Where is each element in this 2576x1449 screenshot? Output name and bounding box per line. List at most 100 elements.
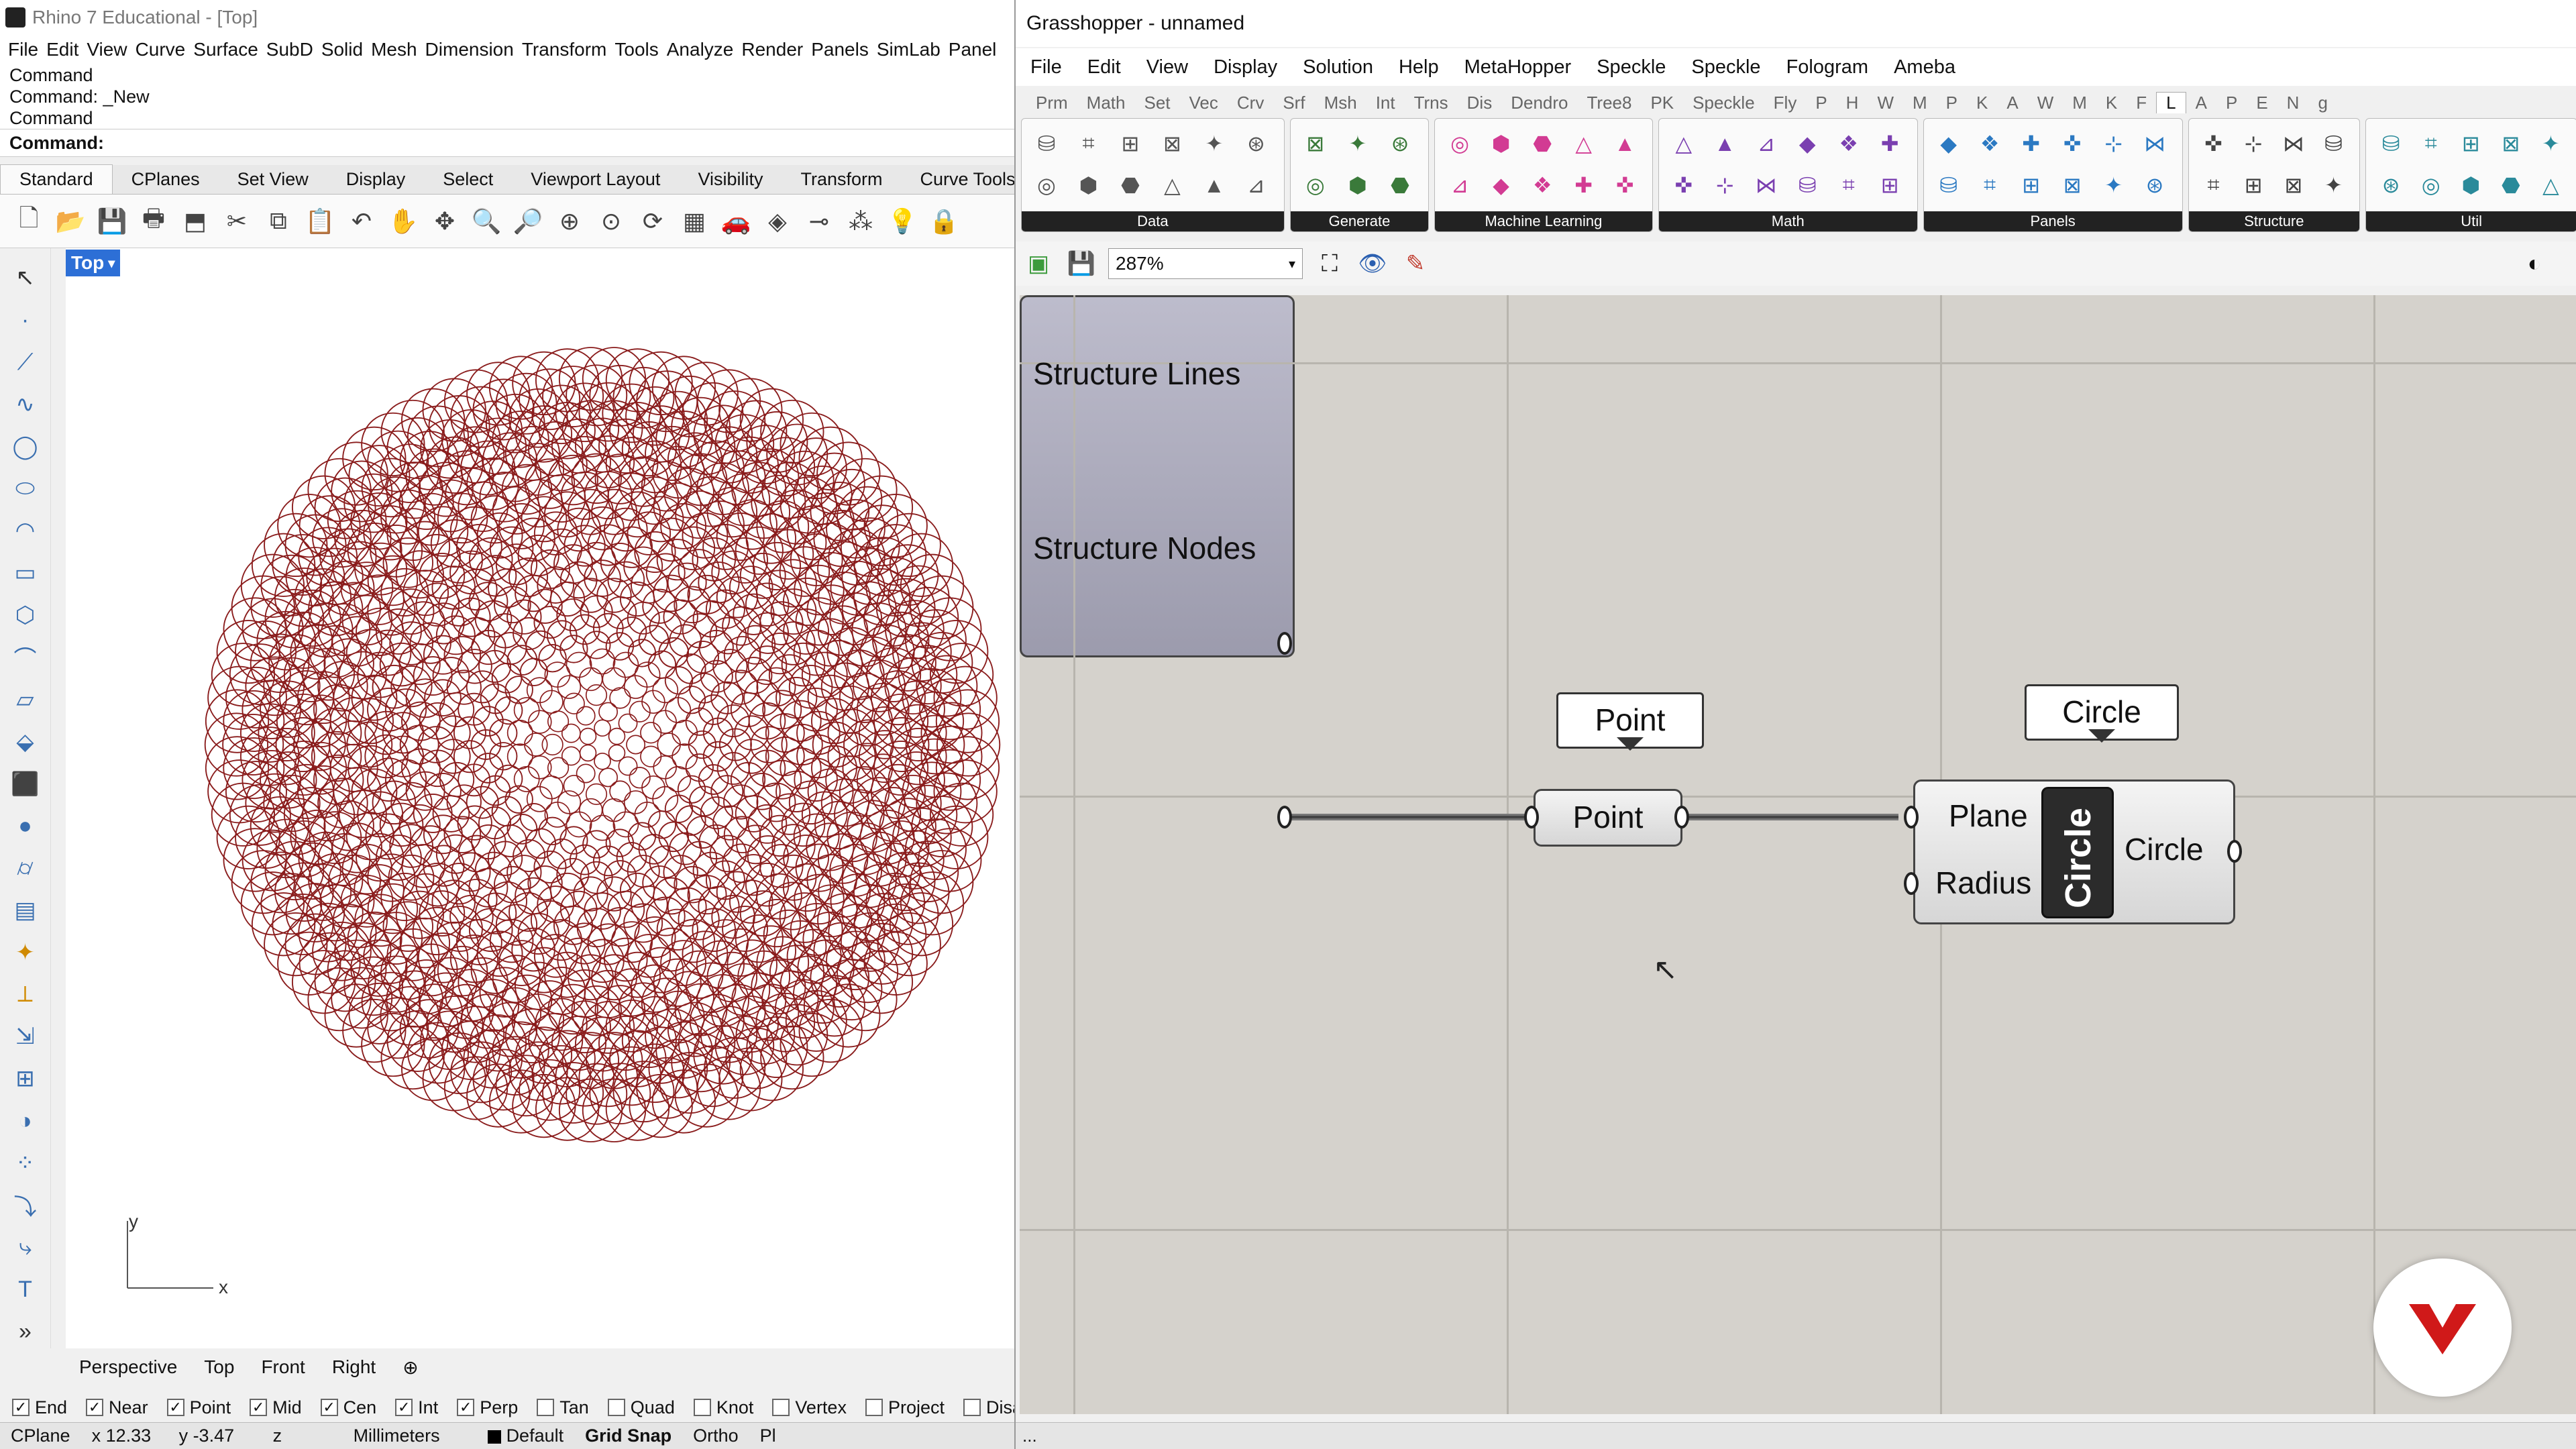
gh-component-icon[interactable]: ⊿	[1239, 168, 1273, 202]
menu-item-solid[interactable]: Solid	[321, 39, 363, 60]
port-point-input[interactable]	[1524, 806, 1539, 828]
gh-component-icon[interactable]: ⊠	[2494, 127, 2528, 160]
viewport-tab-right[interactable]: Right	[332, 1356, 376, 1378]
gh-menu-item-ameba[interactable]: Ameba	[1894, 56, 1955, 78]
gh-component-icon[interactable]: △	[1155, 168, 1189, 202]
gh-component-icon[interactable]: ✜	[1608, 168, 1642, 202]
gh-component-icon[interactable]: ⌗	[2197, 168, 2231, 202]
viewport-tab-top[interactable]: Top	[204, 1356, 234, 1378]
menu-item-panel[interactable]: Panel	[949, 39, 997, 60]
gh-component-icon[interactable]: ⊿	[1750, 127, 1783, 160]
input-plane[interactable]: Plane	[1949, 798, 2028, 834]
gh-component-icon[interactable]: ◆	[1485, 168, 1518, 202]
gh-component-icon[interactable]: ❖	[1973, 127, 2006, 160]
osnap-checkbox[interactable]	[607, 1399, 625, 1416]
gh-menu-item-speckle[interactable]: Speckle	[1691, 56, 1760, 78]
tab-cplanes[interactable]: CPlanes	[113, 165, 219, 194]
port-structure-nodes[interactable]	[1277, 806, 1292, 828]
gh-component-icon[interactable]: ✜	[1667, 168, 1701, 202]
gh-category-tab[interactable]: Crv	[1228, 93, 1273, 113]
trim-icon[interactable]: ⤵	[9, 1189, 42, 1222]
save-icon[interactable]: 💾	[95, 205, 129, 238]
surface-icon[interactable]: ▱	[9, 683, 42, 716]
lock-icon[interactable]: 🔒	[927, 205, 961, 238]
tab-set-view[interactable]: Set View	[219, 165, 327, 194]
print-icon[interactable]: 🖶	[137, 204, 170, 238]
gh-category-tab[interactable]: Int	[1366, 93, 1405, 113]
tab-visibility[interactable]: Visibility	[679, 165, 782, 194]
gh-component-icon[interactable]: ⊛	[2374, 168, 2408, 202]
status-cplane[interactable]: CPlane	[0, 1426, 81, 1446]
gh-menu-item-speckle[interactable]: Speckle	[1597, 56, 1666, 78]
gh-menu-item-file[interactable]: File	[1030, 56, 1062, 78]
gh-component-icon[interactable]: ⋈	[2138, 127, 2171, 160]
gh-component-icon[interactable]: ◎	[1299, 168, 1332, 202]
gh-category-tab[interactable]: A	[1997, 93, 2027, 113]
snap-icon[interactable]: ⊸	[802, 205, 836, 238]
gh-component-icon[interactable]: ⊛	[1383, 127, 1417, 160]
gh-component-icon[interactable]: ⬢	[1071, 168, 1105, 202]
gh-category-tab[interactable]: Prm	[1026, 93, 1077, 113]
sphere-icon[interactable]: ●	[9, 810, 42, 843]
menu-item-file[interactable]: File	[8, 39, 38, 60]
circle-icon[interactable]: ◯	[9, 430, 42, 463]
osnap-checkbox[interactable]	[772, 1399, 790, 1416]
osnap-checkbox[interactable]: ✓	[12, 1399, 30, 1416]
tab-standard[interactable]: Standard	[0, 164, 113, 194]
array-icon[interactable]: ⊞	[9, 1063, 42, 1095]
viewport-label[interactable]: Top ▾	[66, 250, 121, 276]
gh-category-tab[interactable]: P	[1937, 93, 1967, 113]
tab-curve-tools[interactable]: Curve Tools	[901, 165, 1014, 194]
structure-component[interactable]: Structure Lines Structure Nodes	[1020, 295, 1295, 657]
extrude-icon[interactable]: ⬙	[9, 725, 42, 758]
gh-category-tab[interactable]: Set	[1134, 93, 1179, 113]
menu-item-panels[interactable]: Panels	[811, 39, 869, 60]
gh-category-tab[interactable]: Trns	[1405, 93, 1458, 113]
save-icon[interactable]: 💾	[1065, 248, 1097, 280]
point-parameter[interactable]: Point	[1534, 789, 1682, 847]
zoom-level-dropdown[interactable]: 287% ▾	[1108, 248, 1303, 279]
gh-component-icon[interactable]: ⬣	[2494, 168, 2528, 202]
menu-item-transform[interactable]: Transform	[522, 39, 607, 60]
osnap-near[interactable]: ✓ Near	[86, 1397, 148, 1418]
dimension-icon[interactable]: ⟂	[9, 978, 42, 1011]
zoom-extents-icon[interactable]: ⊕	[553, 205, 586, 238]
gh-component-icon[interactable]: ⬣	[1383, 168, 1417, 202]
gh-component-icon[interactable]: ⊞	[1114, 127, 1147, 160]
gh-component-icon[interactable]: ⌗	[1071, 127, 1105, 160]
input-radius[interactable]: Radius	[1935, 865, 2031, 901]
grid-snap-toggle[interactable]: Grid Snap	[574, 1426, 682, 1446]
text-icon[interactable]: T	[9, 1273, 42, 1306]
analyze-icon[interactable]: ⁘	[9, 1147, 42, 1180]
menu-item-dimension[interactable]: Dimension	[425, 39, 514, 60]
gh-component-icon[interactable]: ⊿	[1443, 168, 1477, 202]
transform-icon[interactable]: ✦	[9, 936, 42, 969]
gh-category-tab[interactable]: Msh	[1315, 93, 1366, 113]
gh-component-icon[interactable]: ⊞	[1873, 168, 1907, 202]
gh-component-icon[interactable]: ⊠	[1299, 127, 1332, 160]
gh-category-tab[interactable]: Dendro	[1501, 93, 1577, 113]
gh-component-icon[interactable]: ▲	[1608, 127, 1642, 160]
gh-component-icon[interactable]: ⌗	[2414, 127, 2448, 160]
box-icon[interactable]: ⬛	[9, 767, 42, 800]
osnap-checkbox[interactable]: ✓	[166, 1399, 184, 1416]
gh-component-icon[interactable]: △	[2534, 168, 2567, 202]
gh-component-icon[interactable]: ◎	[2414, 168, 2448, 202]
boolean-icon[interactable]: ◑	[9, 1105, 42, 1138]
gh-component-icon[interactable]: ⌗	[1832, 168, 1866, 202]
fillet-icon[interactable]: ⌒	[9, 641, 42, 674]
gh-component-icon[interactable]: ⬣	[1114, 168, 1147, 202]
menu-item-subd[interactable]: SubD	[266, 39, 313, 60]
gh-component-icon[interactable]: ◎	[1030, 168, 1063, 202]
osnap-tan[interactable]: Tan	[537, 1397, 589, 1418]
zoom-icon[interactable]: 🔍	[470, 205, 503, 238]
rectangle-icon[interactable]: ▭	[9, 557, 42, 590]
import-icon[interactable]: ⬒	[178, 205, 212, 238]
menu-item-curve[interactable]: Curve	[136, 39, 186, 60]
osnap-knot[interactable]: Knot	[693, 1397, 753, 1418]
gh-category-tab[interactable]: H	[1837, 93, 1868, 113]
gh-component-icon[interactable]: ⬢	[1341, 168, 1375, 202]
port-circle-output[interactable]	[2227, 840, 2242, 863]
gh-menu-item-fologram[interactable]: Fologram	[1786, 56, 1869, 78]
gh-component-icon[interactable]: ✦	[1197, 127, 1231, 160]
